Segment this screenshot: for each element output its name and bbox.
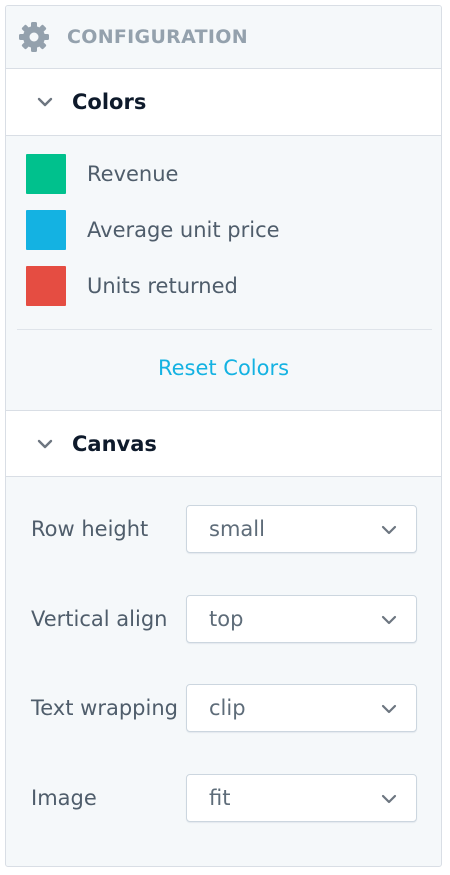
color-item-label: Average unit price — [87, 218, 280, 242]
color-swatch[interactable] — [26, 210, 66, 250]
chevron-down-icon — [381, 525, 397, 535]
row-height-setting: Row height small — [31, 504, 417, 554]
vertical-align-label: Vertical align — [31, 607, 168, 631]
chevron-down-icon — [34, 91, 56, 113]
color-item-label: Revenue — [87, 162, 179, 186]
reset-colors-link[interactable]: Reset Colors — [6, 356, 441, 380]
canvas-section-header[interactable]: Canvas — [6, 410, 441, 477]
vertical-align-select[interactable]: top — [186, 595, 417, 643]
text-wrapping-select[interactable]: clip — [186, 684, 417, 732]
row-height-label: Row height — [31, 517, 149, 541]
color-swatch[interactable] — [26, 266, 66, 306]
select-value: small — [209, 517, 265, 541]
configuration-header: CONFIGURATION — [6, 6, 441, 69]
color-swatch[interactable] — [26, 154, 66, 194]
chevron-down-icon — [381, 794, 397, 804]
canvas-section-body: Row height small Vertical align top Text… — [6, 477, 441, 857]
image-label: Image — [31, 786, 97, 810]
row-height-select[interactable]: small — [186, 505, 417, 553]
color-item-average-unit-price[interactable]: Average unit price — [26, 209, 280, 251]
configuration-title: CONFIGURATION — [67, 26, 248, 48]
vertical-align-setting: Vertical align top — [31, 594, 417, 644]
image-setting: Image fit — [31, 773, 417, 823]
chevron-down-icon — [381, 704, 397, 714]
chevron-down-icon — [381, 615, 397, 625]
color-item-units-returned[interactable]: Units returned — [26, 265, 238, 307]
divider — [17, 329, 432, 330]
chevron-down-icon — [34, 433, 56, 455]
select-value: fit — [209, 786, 231, 810]
color-item-revenue[interactable]: Revenue — [26, 153, 178, 195]
image-select[interactable]: fit — [186, 774, 417, 822]
color-item-label: Units returned — [87, 274, 238, 298]
colors-section-body: Revenue Average unit price Units returne… — [6, 136, 441, 410]
gear-icon — [18, 21, 50, 53]
canvas-section-title: Canvas — [72, 431, 157, 456]
colors-section-title: Colors — [72, 90, 147, 114]
text-wrapping-label: Text wrapping — [31, 696, 178, 720]
configuration-panel: CONFIGURATION Colors Revenue Average uni… — [5, 5, 442, 867]
colors-section-header[interactable]: Colors — [6, 69, 441, 136]
select-value: top — [209, 607, 244, 631]
select-value: clip — [209, 696, 246, 720]
text-wrapping-setting: Text wrapping clip — [31, 683, 417, 733]
